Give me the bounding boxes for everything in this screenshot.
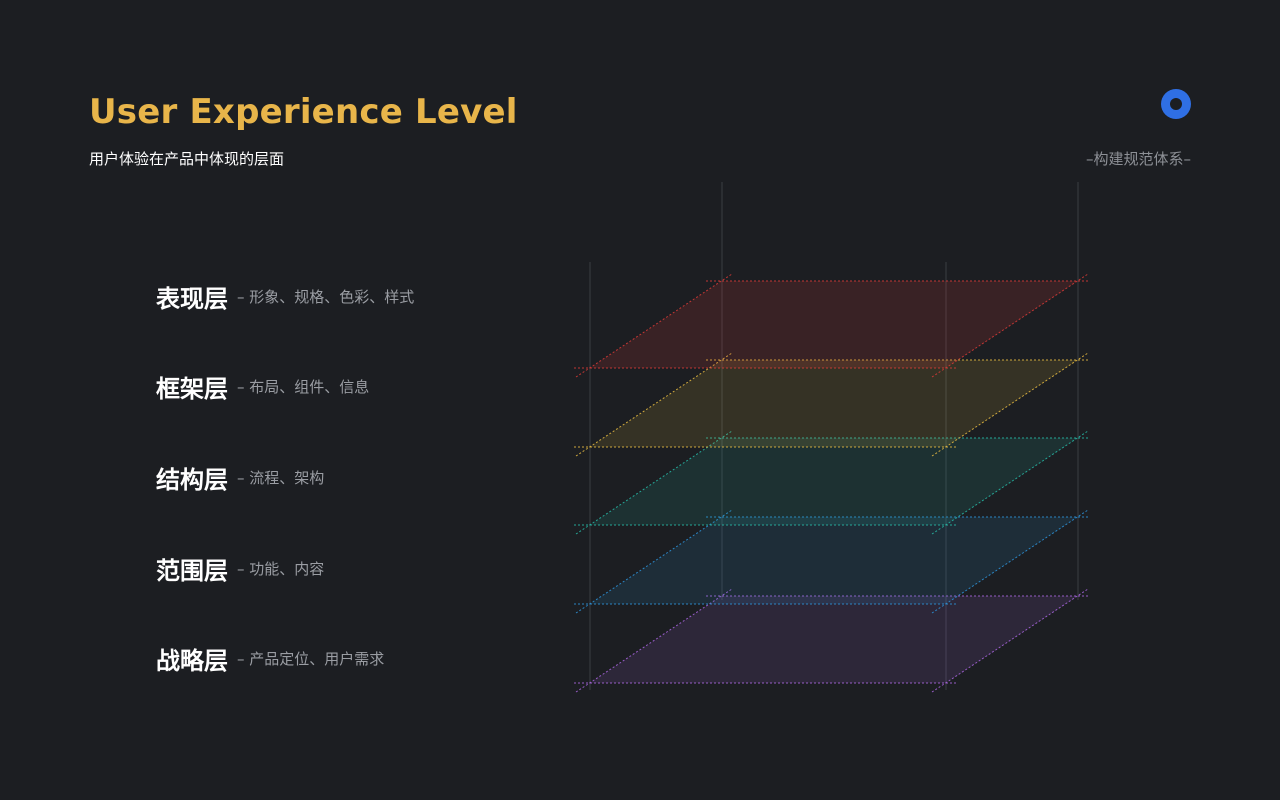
layer-planes <box>574 273 1089 693</box>
plane-fill <box>590 438 1078 525</box>
plane-fill <box>590 596 1078 683</box>
layer-stack-diagram <box>574 182 1089 693</box>
plane-fill <box>590 360 1078 447</box>
plane-fill <box>590 281 1078 368</box>
plane-fill <box>590 517 1078 604</box>
